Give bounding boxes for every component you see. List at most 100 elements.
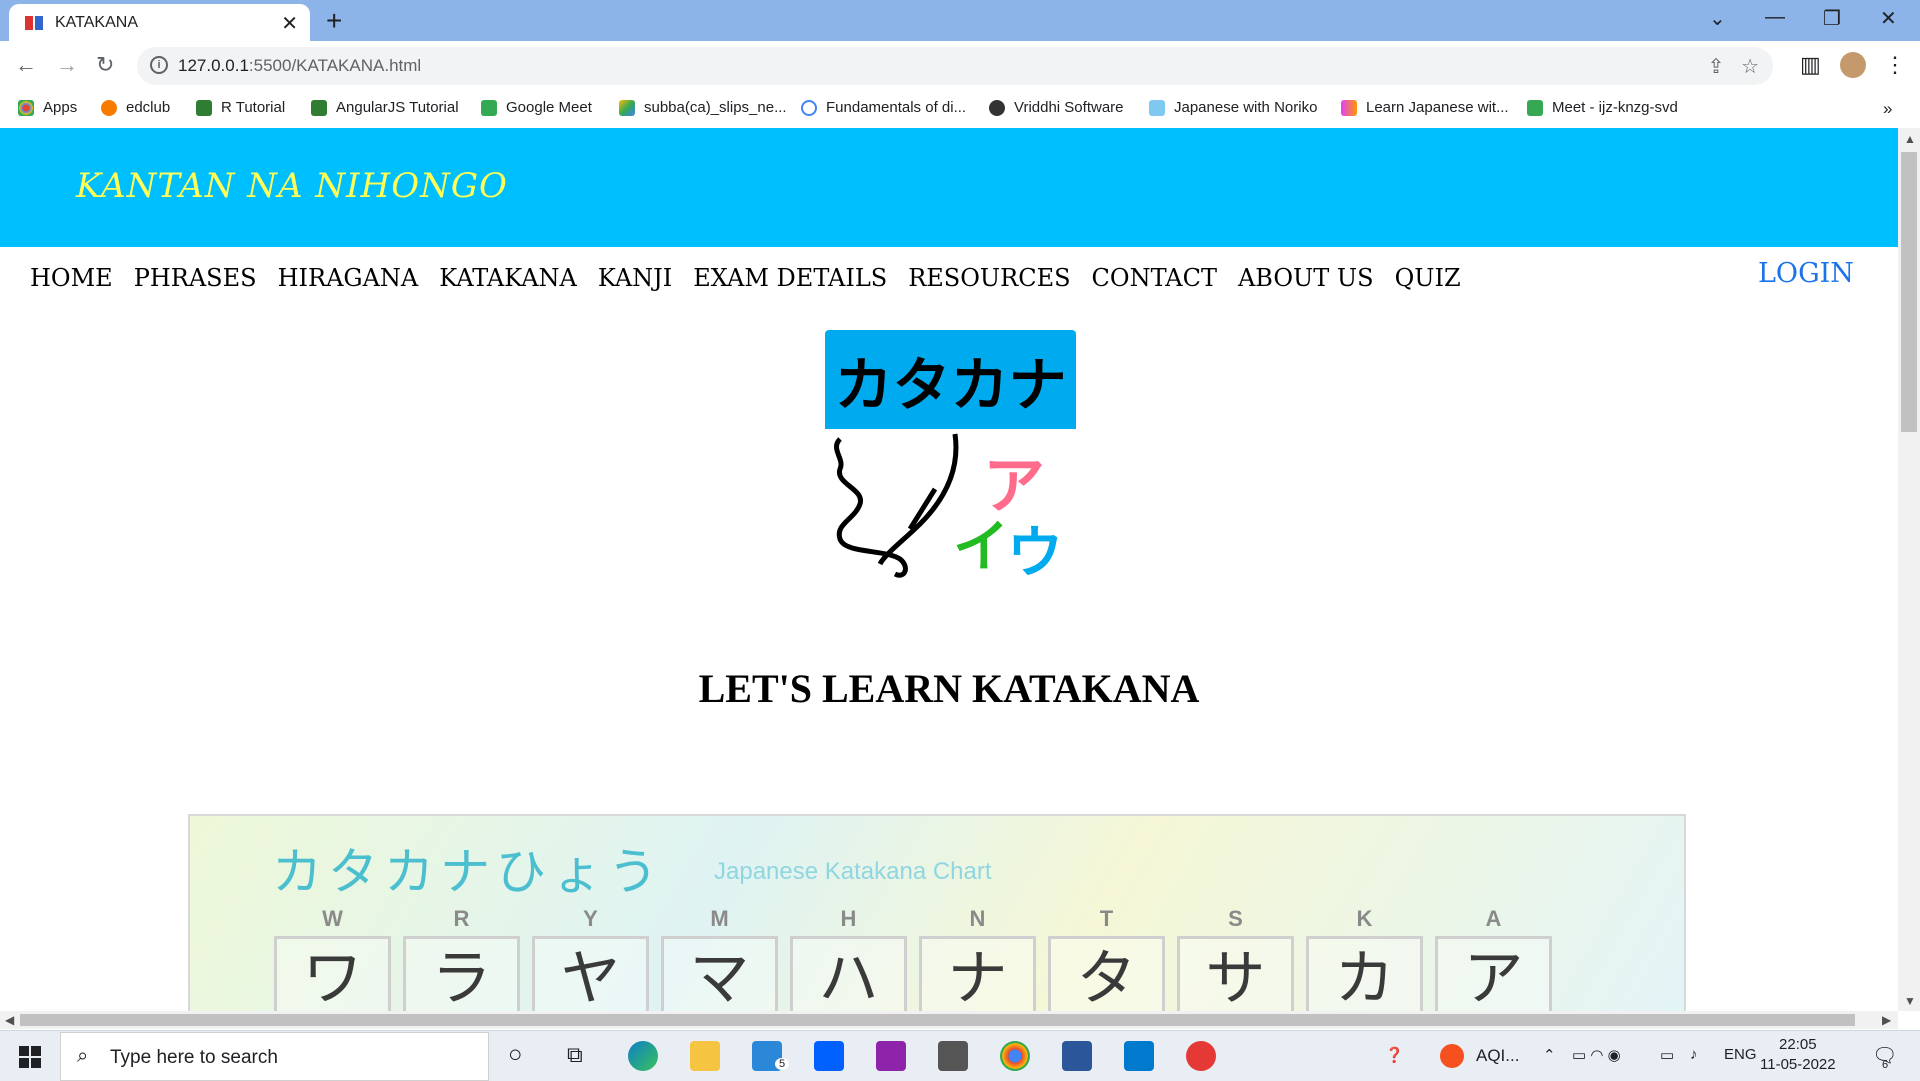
browser-tab[interactable]: KATAKANA ✕ <box>9 4 310 41</box>
nav-home[interactable]: HOME <box>30 264 113 292</box>
bookmark-apps[interactable]: Apps <box>18 99 77 116</box>
address-bar[interactable]: i 127.0.0.1:5500/KATAKANA.html ⇪ ☆ <box>137 47 1773 85</box>
nav-resources[interactable]: RESOURCES <box>908 264 1070 292</box>
kana-cell: タ <box>1048 936 1165 1011</box>
w3schools-icon <box>196 99 212 116</box>
menu-icon[interactable]: ⋮ <box>1884 52 1906 78</box>
edge-icon[interactable] <box>628 1041 658 1071</box>
weather-text[interactable]: AQI... <box>1476 1046 1519 1066</box>
network-icon[interactable]: ▭ ◠ ◉ <box>1572 1046 1621 1064</box>
bookmark-star-icon[interactable]: ⇪ ☆ <box>1708 54 1759 79</box>
more-bookmarks-icon[interactable]: » <box>1883 99 1892 119</box>
task-view-icon[interactable]: ⧉ <box>567 1042 583 1068</box>
katakana-chart-image: カタカナひょう Japanese Katakana Chart Wワ Rラ Yヤ… <box>188 814 1686 1011</box>
chart-columns: Wワ Rラ Yヤ Mマ Hハ Nナ Tタ Sサ Kカ Aア <box>268 906 1558 1011</box>
search-icon: ⌕ <box>77 1045 89 1067</box>
nav-exam-details[interactable]: EXAM DETAILS <box>693 264 887 292</box>
nav-katakana[interactable]: KATAKANA <box>439 264 577 292</box>
file-explorer-icon[interactable] <box>690 1041 720 1071</box>
reload-icon[interactable]: ↻ <box>96 52 114 78</box>
bookmark-edclub[interactable]: edclub <box>101 99 170 116</box>
dropbox-icon[interactable] <box>814 1041 844 1071</box>
windows-taskbar: ⌕ Type here to search ○ ⧉ 5 ❓ AQI... ⌃ ▭… <box>0 1030 1920 1081</box>
column-letter: T <box>1099 906 1114 931</box>
nav-kanji[interactable]: KANJI <box>598 264 672 292</box>
windows-start-icon[interactable] <box>19 1046 41 1068</box>
tab-title: KATAKANA <box>55 14 138 31</box>
help-icon[interactable]: ❓ <box>1385 1046 1404 1064</box>
chart-column: Kカ <box>1300 906 1429 1011</box>
back-icon[interactable]: ← <box>15 52 37 78</box>
app-icon[interactable] <box>876 1041 906 1071</box>
nav-contact[interactable]: CONTACT <box>1092 264 1217 292</box>
show-hidden-icons[interactable]: ⌃ <box>1543 1046 1556 1064</box>
language-indicator[interactable]: ENG <box>1724 1046 1757 1063</box>
kana-cell: ア <box>1435 936 1552 1011</box>
bookmark-vriddhi[interactable]: Vriddhi Software <box>989 99 1124 116</box>
tab-search-icon[interactable]: ⌄ <box>1709 6 1726 31</box>
new-tab-button[interactable]: + <box>326 5 342 37</box>
chart-column: Yヤ <box>526 906 655 1011</box>
nav-about-us[interactable]: ABOUT US <box>1238 264 1374 292</box>
mail-badge: 5 <box>775 1058 790 1070</box>
bookmark-fundamentals[interactable]: Fundamentals of di... <box>801 99 966 116</box>
close-window-button[interactable]: ✕ <box>1880 6 1897 31</box>
bookmark-meet[interactable]: Meet - ijz-knzg-svd <box>1527 99 1678 116</box>
word-icon[interactable] <box>1062 1041 1092 1071</box>
kana-u: ウ <box>1007 521 1063 586</box>
side-panel-icon[interactable]: ▥ <box>1800 52 1821 78</box>
site-info-icon[interactable]: i <box>150 56 168 74</box>
nav-phrases[interactable]: PHRASES <box>134 264 257 292</box>
volume-icon[interactable]: ♪ <box>1690 1046 1698 1063</box>
bookmark-angularjs[interactable]: AngularJS Tutorial <box>311 99 459 116</box>
learn-japanese-icon <box>1341 99 1357 116</box>
bookmark-r-tutorial[interactable]: R Tutorial <box>196 99 285 116</box>
app-icon-2[interactable] <box>1186 1041 1216 1071</box>
chrome-icon[interactable] <box>1000 1041 1030 1071</box>
bookmark-drive[interactable]: subba(ca)_slips_ne... <box>619 99 787 116</box>
bookmark-learn-japanese[interactable]: Learn Japanese wit... <box>1341 99 1509 116</box>
login-link[interactable]: LOGIN <box>1758 258 1854 289</box>
page-heading: LET'S LEARN KATAKANA <box>698 666 1200 711</box>
url-text: 127.0.0.1:5500/KATAKANA.html <box>178 56 422 75</box>
main-nav: HOME PHRASES HIRAGANA KATAKANA KANJI EXA… <box>30 264 1482 292</box>
close-tab-icon[interactable]: ✕ <box>281 11 298 36</box>
restore-button[interactable]: ❐ <box>1823 6 1841 31</box>
chart-title: カタカナひょう <box>272 843 664 901</box>
scroll-down-icon[interactable]: ▼ <box>1904 994 1916 1008</box>
bookmark-google-meet[interactable]: Google Meet <box>481 99 592 116</box>
column-letter: W <box>322 906 343 931</box>
google-meet-icon <box>1527 99 1543 116</box>
wikipedia-icon[interactable] <box>938 1041 968 1071</box>
noriko-icon <box>1149 99 1165 116</box>
column-letter: N <box>969 906 986 931</box>
site-brand[interactable]: KANTAN NA NIHONGO <box>76 166 508 206</box>
search-placeholder: Type here to search <box>110 1047 278 1068</box>
vscode-icon[interactable] <box>1124 1041 1154 1071</box>
forward-icon[interactable]: → <box>56 52 78 78</box>
minimize-button[interactable]: — <box>1765 6 1785 29</box>
scroll-left-icon[interactable]: ◀ <box>5 1013 14 1027</box>
edclub-icon <box>101 99 117 116</box>
horizontal-scroll-thumb[interactable] <box>20 1014 1855 1026</box>
scroll-up-icon[interactable]: ▲ <box>1904 132 1916 146</box>
taskbar-search[interactable]: ⌕ Type here to search <box>60 1032 489 1081</box>
horizontal-scrollbar[interactable]: ◀ ▶ <box>0 1011 1898 1029</box>
nav-hiragana[interactable]: HIRAGANA <box>278 264 419 292</box>
battery-icon[interactable]: ▭ <box>1660 1046 1674 1064</box>
chart-column: Wワ <box>268 906 397 1011</box>
apps-grid-icon <box>18 99 34 116</box>
vertical-scrollbar[interactable]: ▲ ▼ <box>1898 128 1920 1011</box>
bookmark-noriko[interactable]: Japanese with Noriko <box>1149 99 1317 116</box>
chart-column: Nナ <box>913 906 1042 1011</box>
vertical-scroll-thumb[interactable] <box>1901 152 1917 432</box>
profile-avatar[interactable] <box>1840 52 1866 78</box>
scroll-right-icon[interactable]: ▶ <box>1882 1013 1891 1027</box>
system-clock[interactable]: 22:05 11-05-2022 <box>1760 1035 1836 1075</box>
site-header: KANTAN NA NIHONGO <box>0 128 1898 247</box>
katakana-logo: カタカナ ア イ ウ <box>825 330 1076 586</box>
cortana-icon[interactable]: ○ <box>508 1041 523 1069</box>
nav-quiz[interactable]: QUIZ <box>1395 264 1461 292</box>
weather-icon[interactable] <box>1440 1044 1464 1068</box>
google-icon <box>801 99 817 116</box>
